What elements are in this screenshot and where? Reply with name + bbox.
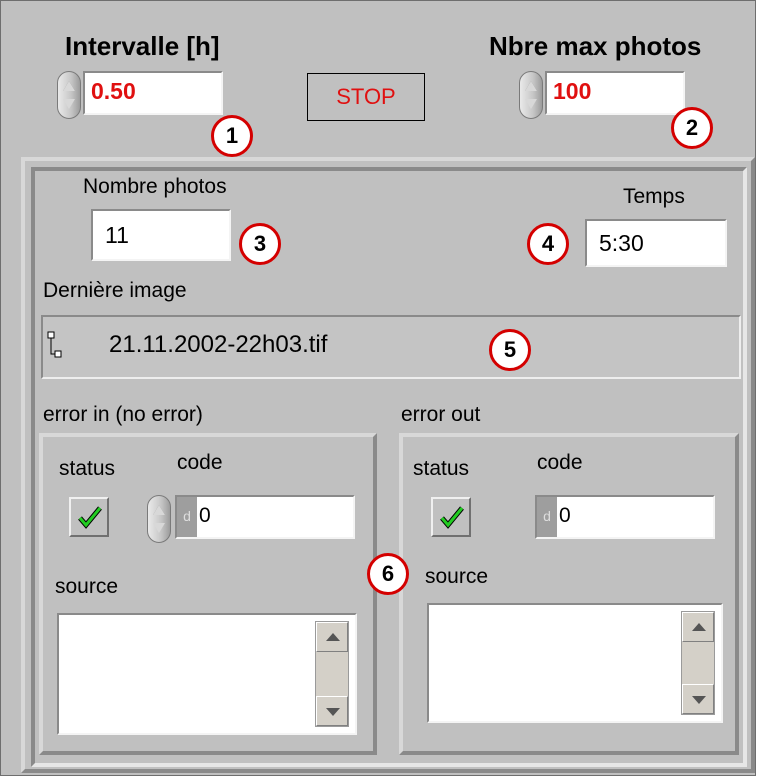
error-in-status-button[interactable] [69,497,109,537]
error-in-source-label: source [55,575,119,598]
error-in-status-label: status [59,457,116,480]
last-image-label: Dernière image [43,279,187,302]
last-image-value: 21.11.2002-22h03.tif [109,331,328,358]
green-check-icon [78,506,102,529]
interval-increment-decrement-icon[interactable] [57,71,81,119]
photo-count-value: 11 [105,222,129,248]
last-image-path-indicator: 21.11.2002-22h03.tif [41,315,741,379]
max-photos-value: 100 [553,78,592,104]
green-check-icon [440,506,464,529]
error-out-source-scrollbar[interactable] [681,611,715,715]
error-in-title: error in (no error) [43,403,203,426]
error-in-code-value: 0 [199,504,211,527]
time-label: Temps [623,185,685,208]
error-out-status-label: status [413,457,470,480]
photo-count-label: Nombre photos [83,175,227,198]
scroll-up-button[interactable] [682,612,714,642]
error-out-code-prefix: d [537,497,557,537]
error-in-source-textarea[interactable] [57,613,357,735]
max-photos-label: Nbre max photos [489,31,702,61]
interval-input[interactable]: 0.50 [83,71,223,115]
error-in-code-increment-decrement-icon[interactable] [147,495,171,543]
scroll-down-button[interactable] [682,684,714,714]
stop-button[interactable]: STOP [307,73,425,121]
error-out-source-textarea [427,603,723,723]
error-in-source-scrollbar[interactable] [315,621,349,727]
error-out-code-indicator: d 0 [535,495,715,539]
error-out-source-label: source [425,565,489,588]
time-indicator: 5:30 [585,219,727,267]
error-in-code-prefix: d [177,497,197,537]
interval-value: 0.50 [91,78,136,104]
error-out-title: error out [401,403,481,426]
scroll-down-button[interactable] [316,696,348,726]
callout-badge: 4 [527,223,569,265]
callout-badge: 5 [489,329,531,371]
error-out-status-button[interactable] [431,497,471,537]
scroll-up-button[interactable] [316,622,348,652]
error-out-code-value: 0 [559,504,571,527]
max-photos-input[interactable]: 100 [545,71,685,115]
callout-badge: 1 [211,115,253,157]
error-in-code-input[interactable]: d 0 [175,495,355,539]
callout-badge: 2 [671,107,713,149]
error-out-code-label: code [537,451,583,474]
callout-badge: 6 [367,553,409,595]
front-panel: Intervalle [h] 0.50 1 STOP Nbre max phot… [0,0,756,776]
path-symbol-icon [47,331,62,358]
photo-count-indicator: 11 [91,209,231,261]
callout-badge: 3 [239,223,281,265]
max-photos-increment-decrement-icon[interactable] [519,71,543,119]
time-value: 5:30 [599,230,644,256]
error-in-code-label: code [177,451,223,474]
interval-label: Intervalle [h] [65,31,220,61]
